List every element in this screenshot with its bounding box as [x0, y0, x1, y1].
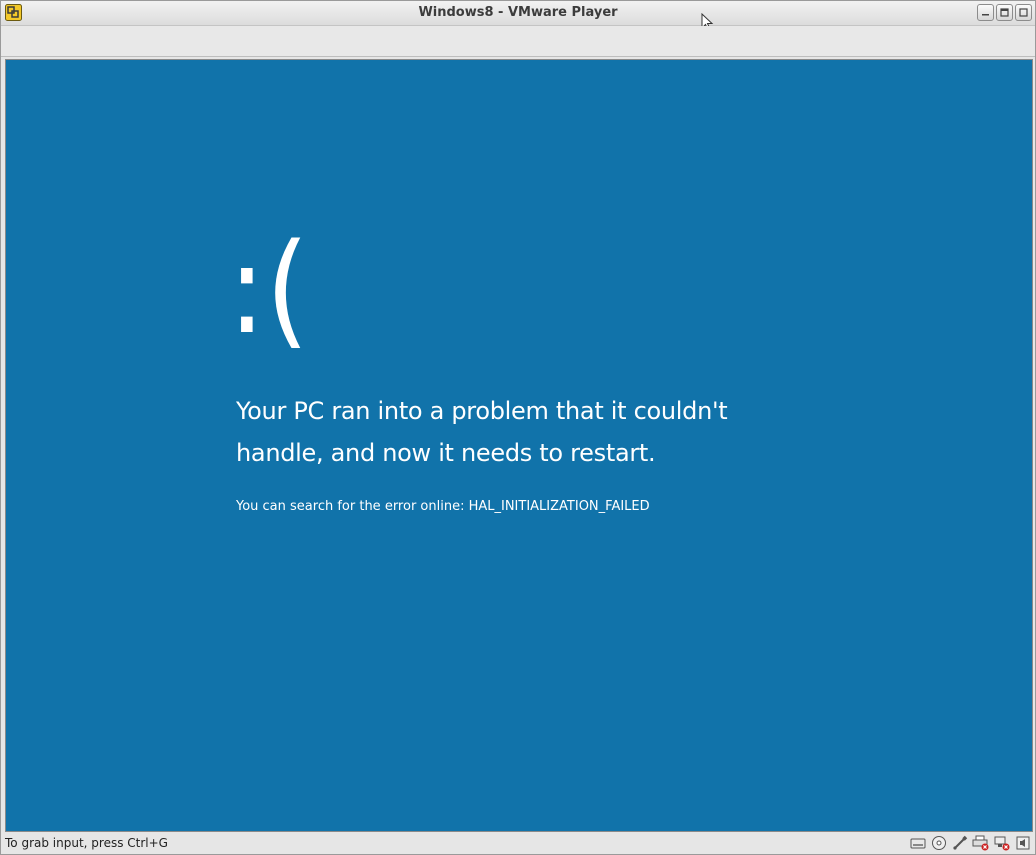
vm-display[interactable]: :( Your PC ran into a problem that it co…	[5, 59, 1033, 832]
error-message: Your PC ran into a problem that it could…	[236, 397, 728, 467]
close-button[interactable]	[1015, 4, 1032, 21]
minimize-button[interactable]	[977, 4, 994, 21]
hard-disk-icon	[910, 838, 925, 849]
cd-rom-button[interactable]	[930, 834, 947, 852]
minimize-icon	[982, 14, 989, 16]
device-icons	[909, 834, 1031, 852]
error-code-line: You can search for the error online: HAL…	[236, 499, 650, 514]
window-controls	[977, 4, 1032, 21]
sad-face-emoticon: :(	[228, 218, 310, 362]
restore-icon	[1000, 8, 1009, 17]
blue-screen: :( Your PC ran into a problem that it co…	[6, 60, 1032, 831]
network-disconnected-icon	[994, 836, 1010, 851]
close-icon	[1019, 8, 1028, 17]
toolbar	[1, 26, 1035, 57]
network-button[interactable]	[993, 834, 1010, 852]
restore-button[interactable]	[996, 4, 1013, 21]
grab-input-hint: To grab input, press Ctrl+G	[5, 836, 168, 850]
vmware-player-window: Windows8 - VMware Player:(Your PC ran …	[0, 0, 1036, 855]
window-title: Windows8 - VMware Player	[418, 5, 618, 20]
hard-disk-button[interactable]	[909, 834, 926, 852]
cd-rom-icon	[931, 836, 946, 850]
printer-disconnected-icon	[972, 835, 989, 851]
sound-button[interactable]	[1014, 834, 1031, 852]
sound-icon	[1016, 836, 1029, 850]
status-bar: To grab input, press Ctrl+G	[1, 833, 1035, 854]
title-bar[interactable]: Windows8 - VMware Player	[1, 1, 1035, 31]
usb-button[interactable]	[951, 834, 968, 852]
usb-icon	[952, 835, 967, 850]
printer-button[interactable]	[972, 834, 989, 852]
